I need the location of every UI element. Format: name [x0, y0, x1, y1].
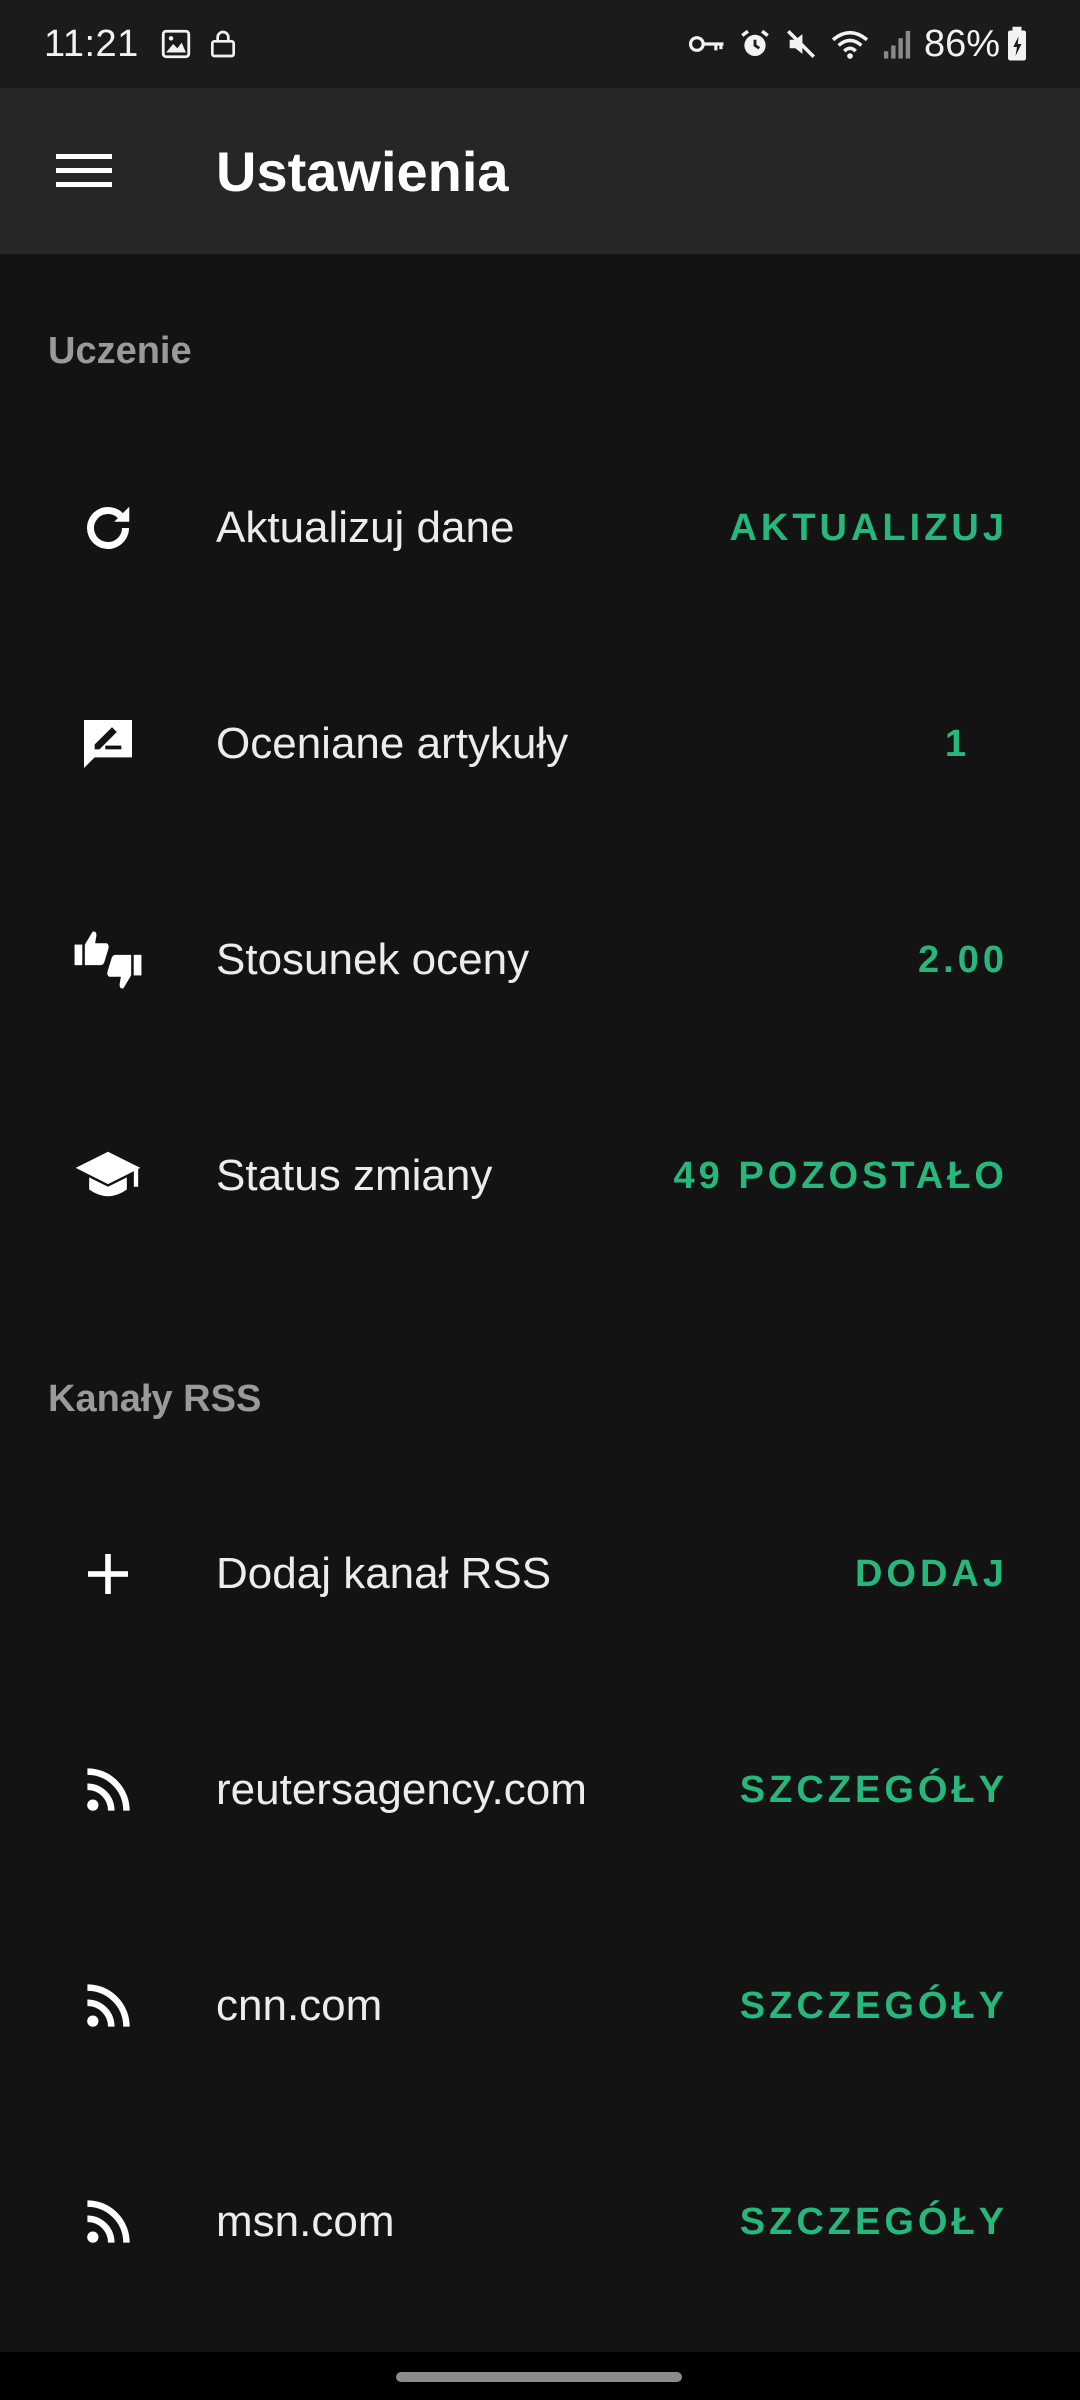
image-icon — [159, 27, 193, 61]
row-label-add-rss: Dodaj kanał RSS — [216, 1549, 552, 1598]
add-icon — [66, 1532, 150, 1616]
row-label-rating-ratio: Stosunek oceny — [216, 935, 530, 984]
settings-row-rss-feed[interactable]: reutersagency.com SZCZEGÓŁY — [0, 1682, 1080, 1898]
home-indicator[interactable] — [396, 2372, 682, 2382]
change-status-value: 49 POZOSTAŁO — [673, 1154, 1008, 1197]
settings-row-rating-ratio[interactable]: Stosunek oceny 2.00 — [0, 852, 1080, 1068]
update-button[interactable]: AKTUALIZUJ — [729, 507, 1008, 550]
page-title: Ustawienia — [216, 139, 509, 203]
settings-row-update-data[interactable]: Aktualizuj dane AKTUALIZUJ — [0, 420, 1080, 636]
rating-ratio-value: 2.00 — [918, 938, 1008, 981]
battery-percentage: 86% — [923, 22, 1000, 65]
settings-row-change-status[interactable]: Status zmiany 49 POZOSTAŁO — [0, 1068, 1080, 1284]
settings-row-add-rss[interactable]: Dodaj kanał RSS DODAJ — [0, 1466, 1080, 1682]
add-button[interactable]: DODAJ — [855, 1553, 1008, 1596]
row-label-rated-articles: Oceniane artykuły — [216, 719, 569, 768]
settings-row-rated-articles[interactable]: Oceniane artykuły 1 — [0, 636, 1080, 852]
row-label-update-data: Aktualizuj dane — [216, 503, 515, 552]
rss-icon — [66, 2180, 150, 2264]
details-button[interactable]: SZCZEGÓŁY — [740, 2201, 1008, 2244]
section-header-rss: Kanały RSS — [48, 1378, 262, 1420]
wifi-icon — [830, 27, 870, 61]
signal-icon — [882, 28, 912, 60]
lock-icon — [207, 27, 239, 61]
rate-review-icon — [66, 702, 150, 786]
settings-row-rss-feed[interactable]: cnn.com SZCZEGÓŁY — [0, 1898, 1080, 2114]
status-bar: 11:21 86% — [0, 0, 1080, 88]
rated-articles-count: 1 — [944, 722, 970, 765]
mute-icon — [784, 27, 818, 61]
status-right: 86% — [688, 23, 1040, 66]
rss-icon — [66, 1748, 150, 1832]
row-label-rss-feed: msn.com — [216, 2197, 395, 2246]
battery-icon — [1006, 26, 1028, 62]
hamburger-menu-icon[interactable] — [42, 129, 126, 213]
alarm-icon — [738, 27, 772, 61]
row-label-rss-feed: reutersagency.com — [216, 1765, 587, 1814]
rss-icon — [66, 1964, 150, 2048]
app-bar: Ustawienia — [0, 88, 1080, 254]
row-label-change-status: Status zmiany — [216, 1151, 493, 1200]
details-button[interactable]: SZCZEGÓŁY — [740, 1985, 1008, 2028]
status-left: 11:21 — [44, 23, 253, 66]
refresh-icon — [66, 486, 150, 570]
status-time: 11:21 — [44, 22, 139, 65]
details-button[interactable]: SZCZEGÓŁY — [740, 1769, 1008, 1812]
settings-row-rss-feed[interactable]: msn.com SZCZEGÓŁY — [0, 2114, 1080, 2330]
thumbs-up-down-icon — [66, 918, 150, 1002]
graduation-cap-icon — [66, 1134, 150, 1218]
key-icon — [688, 29, 726, 59]
row-label-rss-feed: cnn.com — [216, 1981, 383, 2030]
section-header-learning: Uczenie — [48, 330, 192, 372]
